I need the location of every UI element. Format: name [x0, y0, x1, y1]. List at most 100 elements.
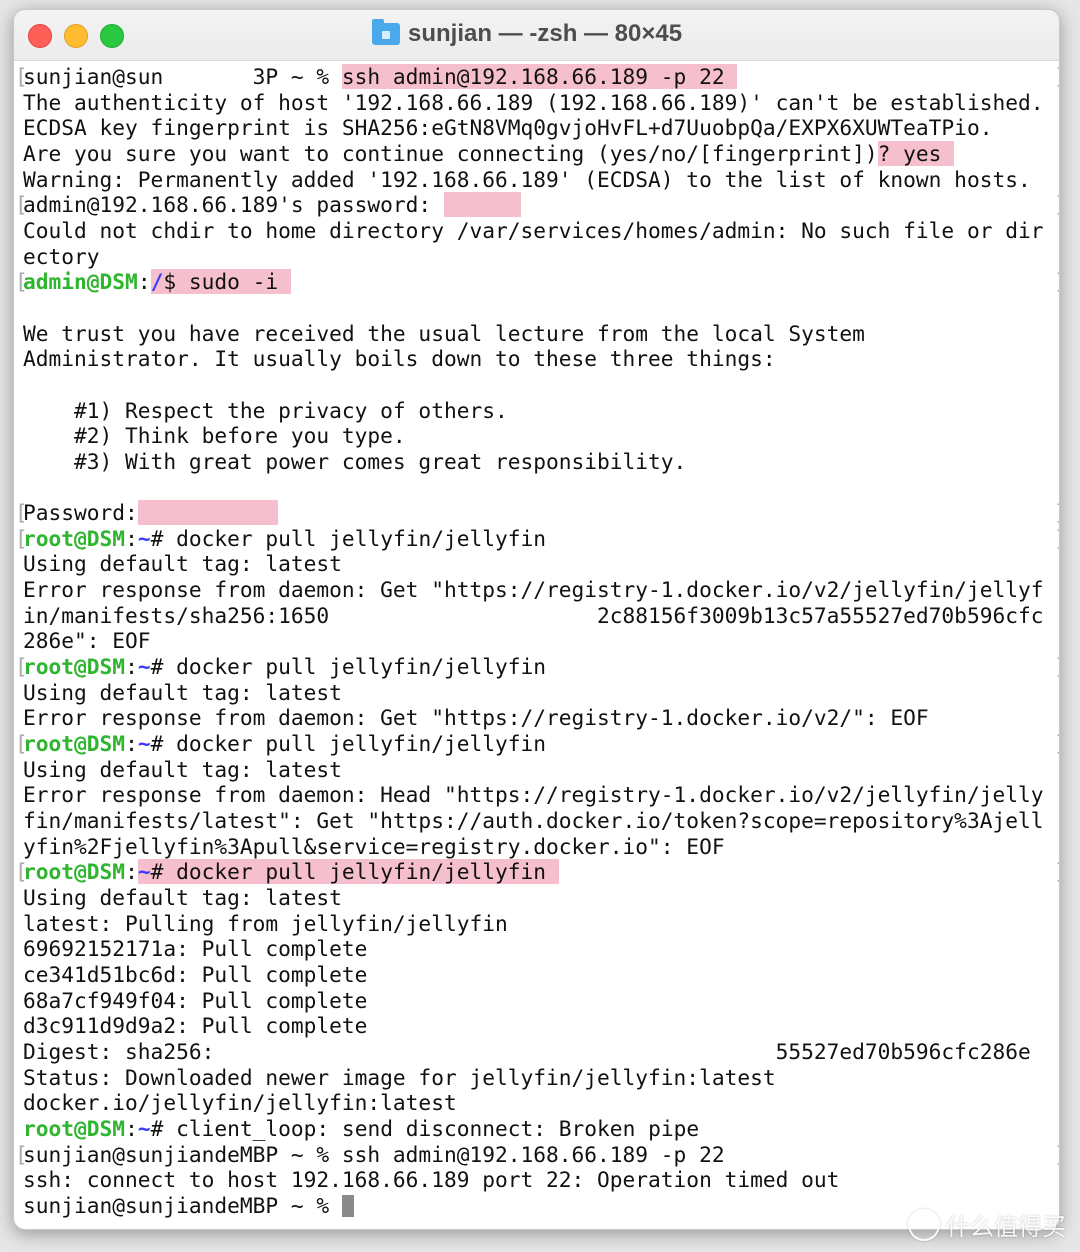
terminal-text: #2) Think before you type.: [23, 423, 406, 449]
terminal-text: #1) Respect the privacy of others.: [23, 397, 508, 423]
terminal-text: 286e": EOF: [23, 628, 151, 654]
prompt-user-host: root@DSM: [23, 525, 126, 551]
terminal-text: d3c911d9d9a2: Pull complete: [23, 1013, 368, 1039]
terminal-line: yfin%2Fjellyfin%3Apull&service=registry.…: [23, 834, 1043, 860]
terminal-text: Warning: Permanently added '192.168.66.1…: [23, 166, 1031, 192]
prompt-user-host: root@DSM: [23, 1115, 126, 1141]
text-cursor: [341, 1194, 354, 1217]
prompt-user-host: root@DSM: [23, 731, 126, 757]
terminal-line: ce341d51bc6d: Pull complete: [23, 962, 1043, 988]
prompt-user-host: root@DSM: [23, 859, 126, 885]
terminal-line: ectory: [23, 244, 1043, 270]
terminal-text: Using default tag: latest: [23, 679, 342, 705]
terminal-text: Error response from daemon: Head "https:…: [23, 782, 1044, 808]
terminal-text: Error response from daemon: Get "https:/…: [23, 705, 929, 731]
terminal-text: Administrator. It usually boils down to …: [23, 346, 776, 372]
terminal-text: ectory: [23, 243, 100, 269]
prompt-user-host: admin@DSM: [23, 269, 138, 295]
terminal-line: Using default tag: latest: [23, 757, 1043, 783]
watermark-text: 什么值得买: [946, 1213, 1066, 1241]
terminal-text: ECDSA key fingerprint is SHA256:eGtN8VMq…: [23, 115, 993, 141]
terminal-line: Using default tag: latest: [23, 551, 1043, 577]
terminal-line: sunjian@sunjiandeMBP ~ % ssh admin@192.1…: [15, 1141, 1059, 1168]
terminal-text: Error response from daemon: Get "https:/…: [23, 577, 1044, 603]
terminal-line: Digest: sha256: 55527ed70b596cfc286e: [23, 1039, 1043, 1065]
terminal-text: We trust you have received the usual lec…: [23, 320, 865, 346]
terminal-text: # client_loop: send disconnect: Broken p…: [150, 1115, 700, 1141]
highlighted-text: [443, 192, 521, 218]
highlighted-text: # docker pull jellyfin/jellyfin: [150, 859, 559, 885]
zhi-logo-icon: [908, 1208, 940, 1241]
terminal-text: yfin%2Fjellyfin%3Apull&service=registry.…: [23, 833, 725, 859]
terminal-line: root@DSM:~# docker pull jellyfin/jellyfi…: [15, 731, 1059, 757]
terminal-line: Administrator. It usually boils down to …: [23, 346, 1043, 372]
terminal-text: ssh: connect to host 192.168.66.189 port…: [23, 1167, 840, 1193]
terminal-line: #2) Think before you type.: [23, 423, 1043, 449]
terminal-line: root@DSM:~# docker pull jellyfin/jellyfi…: [15, 525, 1059, 552]
terminal-line: latest: Pulling from jellyfin/jellyfin: [23, 911, 1043, 937]
close-button[interactable]: [28, 24, 52, 48]
terminal-line: Status: Downloaded newer image for jelly…: [23, 1065, 1043, 1091]
terminal-text: ~: [137, 525, 151, 551]
terminal-text: :: [125, 654, 138, 680]
terminal-text: sunjian@sunjiandeMBP ~ % ssh admin@192.1…: [23, 1141, 725, 1167]
terminal-text: :: [125, 1115, 138, 1141]
terminal-line: Using default tag: latest: [23, 680, 1043, 706]
terminal-line: #1) Respect the privacy of others.: [23, 398, 1043, 424]
minimize-button[interactable]: [64, 24, 88, 48]
terminal-text: sunjian@sun 3P ~ %: [23, 64, 342, 89]
terminal-line: 286e": EOF: [23, 628, 1043, 654]
terminal-text: :: [125, 525, 138, 551]
terminal-line: admin@DSM:/$ sudo -i: [15, 269, 1059, 295]
terminal-line: d3c911d9d9a2: Pull complete: [23, 1013, 1043, 1039]
terminal-text: Could not chdir to home directory /var/s…: [23, 217, 1044, 243]
terminal-line: #3) With great power comes great respons…: [23, 449, 1043, 475]
terminal-line: sunjian@sunjiandeMBP ~ %: [23, 1193, 1043, 1219]
terminal-text: Digest: sha256: 55527ed70b596cfc286e: [23, 1038, 1031, 1064]
highlighted-text: ? yes: [877, 140, 955, 166]
terminal-line: Password:: [15, 500, 1059, 526]
terminal-line: We trust you have received the usual lec…: [23, 321, 1043, 347]
terminal-text: Using default tag: latest: [23, 756, 342, 782]
terminal-line: ECDSA key fingerprint is SHA256:eGtN8VMq…: [23, 115, 1043, 141]
prompt-user-host: root@DSM: [23, 654, 126, 680]
terminal-line: docker.io/jellyfin/jellyfin:latest: [23, 1090, 1043, 1116]
terminal-line: 68a7cf949f04: Pull complete: [23, 988, 1043, 1014]
terminal-text: # docker pull jellyfin/jellyfin: [150, 654, 547, 680]
terminal-line: admin@192.168.66.189's password:: [15, 192, 1059, 218]
terminal-line: 69692152171a: Pull complete: [23, 936, 1043, 962]
terminal-text: ~: [137, 1115, 151, 1141]
title-bar[interactable]: sunjian — -zsh — 80×45: [14, 10, 1059, 61]
terminal-line: Warning: Permanently added '192.168.66.1…: [23, 167, 1043, 193]
terminal-line: root@DSM:~# client_loop: send disconnect…: [23, 1116, 1043, 1142]
terminal-window: sunjian — -zsh — 80×45 sunjian@sun 3P ~ …: [13, 9, 1060, 1230]
terminal-text: fin/manifests/latest": Get "https://auth…: [23, 808, 1044, 834]
highlighted-text: ~: [137, 859, 151, 885]
terminal-line: ssh: connect to host 192.168.66.189 port…: [23, 1167, 1043, 1193]
terminal-line: root@DSM:~# docker pull jellyfin/jellyfi…: [15, 859, 1059, 885]
terminal-line: Error response from daemon: Get "https:/…: [23, 705, 1043, 731]
terminal-text: The authenticity of host '192.168.66.189…: [23, 89, 1044, 115]
terminal-text: in/manifests/sha256:1650 2c88156f3009b13…: [23, 602, 1044, 628]
terminal-line: Are you sure you want to continue connec…: [23, 140, 1043, 167]
highlighted-text: $ sudo -i: [163, 269, 291, 295]
terminal-text: sunjian@sunjiandeMBP ~ %: [23, 1192, 342, 1218]
terminal-line: in/manifests/sha256:1650 2c88156f3009b13…: [23, 603, 1043, 629]
terminal-output[interactable]: sunjian@sun 3P ~ % ssh admin@192.168.66.…: [15, 64, 1059, 1219]
terminal-text: Using default tag: latest: [23, 551, 342, 577]
terminal-line: Error response from daemon: Head "https:…: [23, 782, 1043, 808]
terminal-text: ce341d51bc6d: Pull complete: [23, 961, 368, 987]
terminal-text: admin@192.168.66.189's password:: [23, 192, 444, 218]
terminal-text: # docker pull jellyfin/jellyfin: [150, 525, 547, 551]
terminal-line: The authenticity of host '192.168.66.189…: [23, 90, 1043, 116]
highlighted-text: ssh admin@192.168.66.189 -p 22: [341, 64, 738, 89]
terminal-line: Error response from daemon: Get "https:/…: [23, 577, 1043, 603]
terminal-text: Password:: [23, 500, 138, 526]
watermark: 什么值得买: [908, 1207, 1066, 1242]
terminal-text: :: [137, 269, 151, 295]
terminal-line: sunjian@sun 3P ~ % ssh admin@192.168.66.…: [15, 64, 1059, 90]
zoom-button[interactable]: [100, 24, 124, 48]
